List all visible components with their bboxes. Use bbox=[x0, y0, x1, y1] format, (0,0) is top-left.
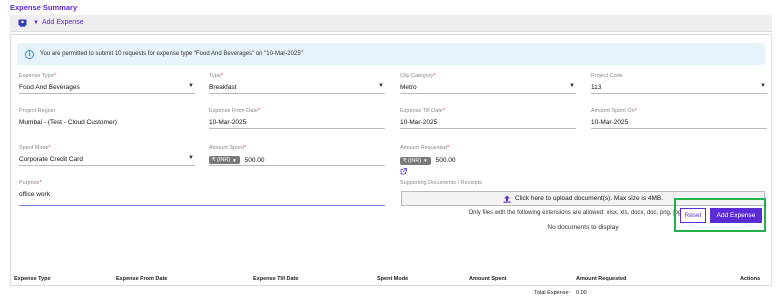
amount-spent-field[interactable]: Amount Spent* ₹ (INR) ▼ 500.00 bbox=[209, 145, 385, 167]
column-header: Amount Spent bbox=[469, 276, 507, 282]
chevron-down-icon: ▼ bbox=[188, 155, 194, 161]
expense-from-date-field[interactable]: Expense From Date* 10-Mar-2025 bbox=[209, 108, 385, 130]
amount-requested-field[interactable]: Amount Requested* ₹ (INR) ▼ 500.00 bbox=[400, 145, 576, 175]
spent-mode-select[interactable]: Spent Mode* Corporate Credit Card ▼ bbox=[19, 145, 195, 167]
column-header: Actions bbox=[740, 276, 761, 282]
add-expense-menu-label: Add Expense bbox=[41, 19, 84, 26]
expense-till-date-field[interactable]: Expense Till Date* 10-Mar-2025 bbox=[400, 108, 576, 130]
amount-spent-on-value: 10-Mar-2025 bbox=[591, 118, 767, 129]
toolbar: ▼ Add Expense bbox=[10, 15, 772, 32]
amount-spent-value: 500.00 bbox=[244, 156, 265, 164]
total-expense-label: Total Expense: bbox=[534, 290, 571, 296]
city-category-select[interactable]: City Category* Metro ▼ bbox=[400, 73, 576, 95]
caret-down-icon: ▼ bbox=[232, 157, 237, 163]
add-expense-menu[interactable]: ▼ Add Expense bbox=[33, 19, 84, 26]
column-header: Expense Till Date bbox=[253, 276, 299, 282]
expense-type-value: Food And Beverages bbox=[19, 83, 195, 94]
amount-spent-on-field[interactable]: Amount Spent On* 10-Mar-2025 bbox=[591, 108, 767, 130]
amount-requested-label: Amount Requested bbox=[400, 145, 448, 151]
chevron-down-icon: ▼ bbox=[378, 83, 384, 89]
city-category-value: Metro bbox=[400, 83, 576, 94]
expense-from-date-label: Expense From Date bbox=[209, 108, 258, 114]
currency-select[interactable]: ₹ (INR) ▼ bbox=[400, 156, 431, 165]
expense-table-header: Expense Type Expense From Date Expense T… bbox=[10, 276, 772, 286]
expense-type-label: Expense Type bbox=[19, 73, 54, 79]
upload-label: Click here to upload document(s). Max si… bbox=[514, 195, 664, 202]
total-expense-value: 0.00 bbox=[576, 290, 587, 296]
info-icon: i bbox=[25, 49, 34, 59]
type-value: Breakfast bbox=[209, 83, 385, 94]
expense-till-date-label: Expense Till Date bbox=[400, 108, 443, 114]
expense-from-date-value: 10-Mar-2025 bbox=[209, 118, 385, 129]
project-region-value: Mumbai - (Test - Cloud Customer) bbox=[19, 119, 117, 126]
expense-type-select[interactable]: Expense Type* Food And Beverages ▼ bbox=[19, 73, 195, 95]
chevron-down-icon: ▼ bbox=[188, 83, 194, 89]
info-banner: i You are permitted to submit 10 request… bbox=[17, 43, 765, 65]
supporting-docs-label: Supporting Documents / Receipts bbox=[400, 180, 482, 186]
reset-button[interactable]: Reset bbox=[680, 208, 706, 223]
caret-down-icon: ▼ bbox=[423, 158, 428, 163]
column-header: Spent Mode bbox=[377, 276, 409, 282]
project-code-value: 113 bbox=[591, 83, 767, 94]
type-label: Type bbox=[209, 73, 221, 79]
page-title: Expense Summary bbox=[10, 3, 78, 12]
expense-form-panel: i You are permitted to submit 10 request… bbox=[10, 34, 772, 286]
amount-requested-value: 500.00 bbox=[435, 157, 456, 164]
column-header: Expense Type bbox=[14, 276, 51, 282]
spent-mode-label: Spent Mode bbox=[19, 145, 49, 151]
type-select[interactable]: Type* Breakfast ▼ bbox=[209, 73, 385, 95]
upload-icon bbox=[503, 195, 511, 203]
purpose-field[interactable]: Purpose* office work bbox=[19, 180, 385, 208]
project-region-label: Project Region bbox=[19, 108, 56, 114]
chevron-down-icon: ▼ bbox=[760, 83, 766, 89]
purpose-input[interactable]: office work bbox=[19, 191, 385, 206]
amount-spent-on-label: Amount Spent On bbox=[591, 108, 635, 114]
amount-spent-label: Amount Spent bbox=[209, 145, 244, 151]
column-header: Amount Requested bbox=[576, 276, 627, 282]
purpose-label: Purpose bbox=[19, 180, 40, 186]
spent-mode-value: Corporate Credit Card bbox=[19, 155, 195, 166]
project-code-label: Project Code bbox=[591, 73, 623, 79]
expense-till-date-value: 10-Mar-2025 bbox=[400, 118, 576, 129]
city-category-label: City Category bbox=[400, 73, 434, 79]
external-link-icon[interactable] bbox=[400, 168, 407, 175]
project-code-select[interactable]: Project Code 113 ▼ bbox=[591, 73, 767, 95]
column-header: Expense From Date bbox=[116, 276, 168, 282]
add-expense-button[interactable]: Add Expense bbox=[710, 208, 762, 223]
user-card-icon[interactable] bbox=[18, 19, 27, 27]
caret-down-icon: ▼ bbox=[33, 19, 39, 26]
currency-select[interactable]: ₹ (INR) ▼ bbox=[209, 156, 240, 164]
chevron-down-icon: ▼ bbox=[569, 83, 575, 89]
info-text: You are permitted to submit 10 requests … bbox=[40, 51, 303, 57]
project-region-field: Project Region Mumbai - (Test - Cloud Cu… bbox=[19, 108, 195, 130]
